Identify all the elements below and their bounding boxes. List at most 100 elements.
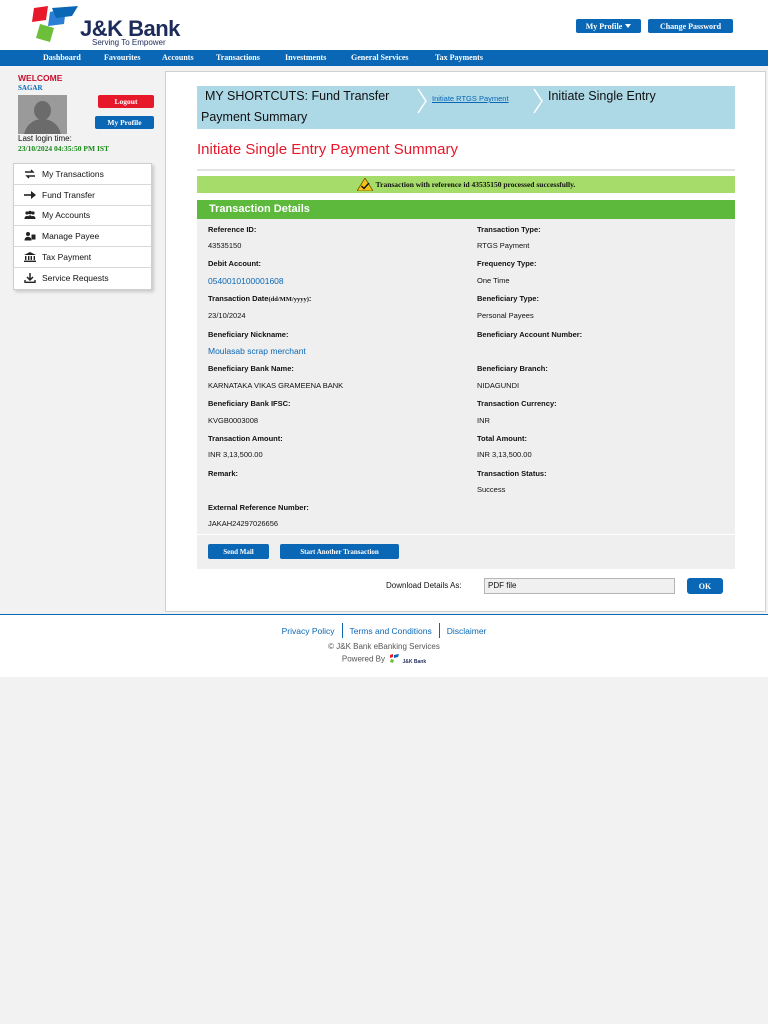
total-amount-value: INR 3,13,500.00 bbox=[477, 450, 532, 459]
welcome-label: WELCOME bbox=[18, 73, 63, 83]
avatar bbox=[18, 95, 67, 134]
success-banner: Transaction with reference id 43535150 p… bbox=[197, 176, 735, 193]
jk-bank-logo-mark-icon bbox=[32, 6, 78, 42]
arrow-right-icon bbox=[24, 190, 36, 199]
avatar-head bbox=[34, 101, 51, 120]
footer: Privacy Policy Terms and Conditions Disc… bbox=[0, 614, 768, 677]
nav-transactions[interactable]: Transactions bbox=[216, 50, 260, 66]
details-divider bbox=[197, 534, 735, 535]
my-profile-dropdown-label: My Profile bbox=[585, 21, 623, 31]
debit-account-value[interactable]: 0540010100001608 bbox=[208, 276, 284, 286]
privacy-policy-link[interactable]: Privacy Policy bbox=[275, 626, 342, 636]
frequency-type-label: Frequency Type: bbox=[477, 259, 537, 268]
main-nav: Dashboard Favourites Accounts Transactio… bbox=[0, 50, 768, 66]
send-mail-button[interactable]: Send Mail bbox=[208, 544, 269, 559]
download-format-select[interactable]: PDF file bbox=[484, 578, 675, 594]
beneficiary-nickname-value[interactable]: Moulasab scrap merchant bbox=[208, 346, 306, 356]
transaction-details-body bbox=[197, 219, 735, 569]
chevron-right-icon bbox=[417, 88, 427, 114]
transaction-amount-value: INR 3,13,500.00 bbox=[208, 450, 263, 459]
remark-label: Remark: bbox=[208, 469, 239, 478]
page-title: Initiate Single Entry Payment Summary bbox=[197, 141, 458, 158]
jk-bank-mini-logo: J&K Bank bbox=[390, 654, 426, 665]
transaction-amount-label: Transaction Amount: bbox=[208, 434, 283, 443]
beneficiary-account-number-label: Beneficiary Account Number: bbox=[477, 330, 583, 339]
reference-id-value: 43535150 bbox=[208, 241, 242, 250]
payee-icon bbox=[24, 232, 36, 241]
chevron-down-icon bbox=[625, 24, 632, 28]
beneficiary-type-value: Personal Payees bbox=[477, 311, 534, 320]
transfer-arrows-icon bbox=[25, 169, 35, 179]
success-message: Transaction with reference id 43535150 p… bbox=[375, 180, 576, 189]
transaction-currency-label: Transaction Currency: bbox=[477, 399, 557, 408]
nav-dashboard[interactable]: Dashboard bbox=[43, 50, 81, 66]
change-password-button[interactable]: Change Password bbox=[648, 19, 733, 33]
transaction-date-value: 23/10/2024 bbox=[208, 311, 246, 320]
bank-building-icon bbox=[24, 252, 36, 263]
beneficiary-bank-name-value: KARNATAKA VIKAS GRAMEENA BANK bbox=[208, 381, 344, 390]
logo-tagline: Serving To Empower bbox=[92, 38, 166, 47]
sidebar-item-label: Manage Payee bbox=[42, 231, 100, 242]
transaction-date-label-text: Transaction Date bbox=[208, 294, 269, 303]
nav-general-services[interactable]: General Services bbox=[351, 50, 409, 66]
mini-logo-text: J&K Bank bbox=[402, 659, 427, 665]
beneficiary-bank-ifsc-label: Beneficiary Bank IFSC: bbox=[208, 399, 291, 408]
last-login-label: Last login time: bbox=[18, 134, 72, 143]
transaction-currency-value: INR bbox=[477, 416, 490, 425]
terms-and-conditions-link[interactable]: Terms and Conditions bbox=[343, 626, 439, 636]
reference-id-label: Reference ID: bbox=[208, 225, 257, 234]
sidebar-item-manage-payee[interactable]: Manage Payee bbox=[14, 226, 151, 248]
sidebar-item-my-accounts[interactable]: My Accounts bbox=[14, 206, 151, 227]
copyright-text: © J&K Bank eBanking Services bbox=[328, 642, 440, 651]
breadcrumb-link-initiate-rtgs-payment[interactable]: Initiate RTGS Payment bbox=[432, 94, 509, 103]
beneficiary-bank-name-label: Beneficiary Bank Name: bbox=[208, 364, 294, 373]
nav-favourites[interactable]: Favourites bbox=[104, 50, 140, 66]
sidebar-my-profile-button[interactable]: My Profile bbox=[95, 116, 154, 129]
users-icon bbox=[24, 211, 36, 220]
nav-tax-payments[interactable]: Tax Payments bbox=[435, 50, 483, 66]
nav-accounts[interactable]: Accounts bbox=[162, 50, 194, 66]
avatar-body bbox=[24, 119, 61, 134]
chevron-right-icon bbox=[533, 88, 543, 114]
powered-by: Powered By J&K Bank bbox=[0, 654, 768, 665]
sidebar-item-my-transactions[interactable]: My Transactions bbox=[14, 164, 151, 185]
sidebar-item-label: My Transactions bbox=[42, 168, 104, 179]
start-another-transaction-button[interactable]: Start Another Transaction bbox=[280, 544, 399, 559]
beneficiary-branch-value: NIDAGUNDI bbox=[477, 381, 520, 390]
jk-bank-mini-logo-icon bbox=[390, 654, 400, 663]
top-header: J&K Bank Serving To Empower My Profile C… bbox=[0, 0, 768, 50]
shortcuts-label: MY SHORTCUTS: Fund Transfer bbox=[205, 89, 390, 103]
last-login-time: 23/10/2024 04:35:50 PM IST bbox=[18, 144, 110, 153]
external-reference-number-value: JAKAH24297026656 bbox=[208, 519, 279, 528]
transaction-type-label: Transaction Type: bbox=[477, 225, 541, 234]
footer-links: Privacy Policy Terms and Conditions Disc… bbox=[0, 623, 768, 638]
transaction-status-value: Success bbox=[477, 485, 506, 494]
debit-account-label: Debit Account: bbox=[208, 259, 262, 268]
alert-check-icon bbox=[356, 178, 373, 191]
sidebar-item-service-requests[interactable]: Service Requests bbox=[14, 268, 151, 289]
jk-bank-logo[interactable]: J&K Bank Serving To Empower bbox=[32, 4, 182, 48]
sidebar-item-label: Service Requests bbox=[42, 273, 109, 284]
sidebar-item-label: My Accounts bbox=[42, 210, 91, 221]
frequency-type-value: One Time bbox=[477, 276, 510, 285]
logout-button[interactable]: Logout bbox=[98, 95, 154, 108]
breadcrumb-current-continued: Payment Summary bbox=[201, 110, 308, 124]
transaction-type-value: RTGS Payment bbox=[477, 241, 530, 250]
my-profile-dropdown[interactable]: My Profile bbox=[576, 19, 641, 33]
download-ok-button[interactable]: OK bbox=[687, 578, 723, 594]
transaction-date-format: (dd/MM/yyyy) bbox=[268, 296, 309, 303]
download-details-label: Download Details As: bbox=[386, 581, 462, 590]
nav-investments[interactable]: Investments bbox=[285, 50, 326, 66]
sidebar-item-fund-transfer[interactable]: Fund Transfer bbox=[14, 185, 151, 206]
username: SAGAR bbox=[18, 84, 43, 92]
beneficiary-type-label: Beneficiary Type: bbox=[477, 294, 539, 303]
sidebar-item-tax-payment[interactable]: Tax Payment bbox=[14, 247, 151, 268]
transaction-date-label: Transaction Date(dd/MM/yyyy): bbox=[208, 294, 311, 303]
breadcrumb-current: Initiate Single Entry bbox=[548, 89, 656, 103]
beneficiary-branch-label: Beneficiary Branch: bbox=[477, 364, 548, 373]
title-divider bbox=[197, 169, 735, 171]
sidebar-menu: My Transactions Fund Transfer My Account… bbox=[13, 163, 152, 290]
disclaimer-link[interactable]: Disclaimer bbox=[440, 626, 494, 636]
sidebar-item-label: Fund Transfer bbox=[42, 189, 95, 200]
external-reference-number-label: External Reference Number: bbox=[208, 503, 309, 512]
